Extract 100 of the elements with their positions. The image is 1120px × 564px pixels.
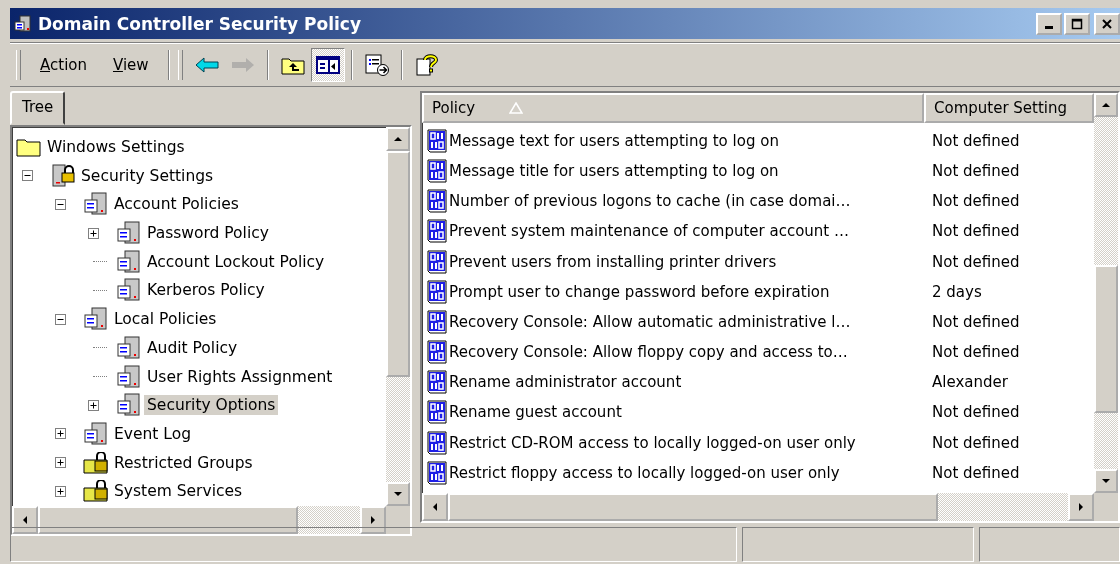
server-icon — [116, 278, 142, 303]
up-arrow-icon — [393, 135, 403, 142]
up-arrow-icon — [1101, 101, 1111, 108]
scrollbar-corner — [1094, 492, 1118, 521]
tree-item[interactable]: Security Settings — [78, 165, 217, 186]
scroll-left-button[interactable] — [12, 505, 38, 534]
scroll-thumb[interactable] — [448, 492, 938, 521]
vertical-scrollbar[interactable] — [386, 126, 410, 506]
collapse-icon[interactable] — [55, 313, 66, 325]
scroll-thumb[interactable] — [1094, 264, 1118, 413]
policy-icon — [426, 128, 448, 153]
expand-icon[interactable] — [88, 399, 99, 411]
server-icon — [83, 192, 109, 217]
policy-icon — [426, 370, 448, 395]
server-icon — [116, 249, 142, 274]
server-icon — [83, 421, 109, 446]
folder-icon — [16, 136, 42, 158]
policy-name[interactable]: Prevent system maintenance of computer account … — [449, 222, 849, 241]
scroll-down-button[interactable] — [386, 481, 410, 506]
tree-item[interactable]: Security Options — [144, 395, 279, 416]
tree-item[interactable]: User Rights Assignment — [144, 366, 336, 387]
tree-item[interactable]: Password Policy — [144, 223, 272, 244]
policy-name[interactable]: Rename administrator account — [449, 373, 682, 392]
tree-item[interactable]: Event Log — [111, 423, 194, 444]
tree-item[interactable]: Windows Settings — [44, 137, 188, 157]
horizontal-scrollbar[interactable] — [12, 505, 410, 534]
setting-value: Not defined — [931, 433, 1020, 452]
scroll-thumb[interactable] — [386, 150, 410, 377]
scroll-thumb[interactable] — [38, 505, 298, 534]
setting-value: Not defined — [931, 312, 1020, 331]
policy-name[interactable]: Recovery Console: Allow floppy copy and access to… — [449, 343, 848, 362]
help-icon — [413, 54, 440, 77]
expand-icon[interactable] — [55, 457, 66, 469]
setting-value: Alexander — [931, 373, 1008, 392]
scroll-up-button[interactable] — [386, 126, 410, 151]
scroll-right-button[interactable] — [360, 505, 386, 534]
policy-name[interactable]: Recovery Console: Allow automatic administrative l… — [449, 312, 851, 331]
policy-icon — [426, 400, 448, 425]
minimize-button[interactable] — [1036, 12, 1062, 35]
policy-name[interactable]: Message text for users attempting to log on — [449, 131, 779, 150]
close-button[interactable] — [1094, 12, 1120, 35]
collapse-icon[interactable] — [55, 198, 66, 210]
policy-icon — [426, 279, 448, 304]
sort-ascending-icon — [509, 101, 524, 114]
expand-icon[interactable] — [55, 428, 66, 440]
server-icon — [14, 14, 32, 33]
vertical-scrollbar[interactable] — [1094, 92, 1118, 493]
right-arrow-icon — [1078, 501, 1084, 512]
setting-value: Not defined — [931, 161, 1020, 180]
scroll-left-button[interactable] — [422, 492, 448, 521]
tree-item[interactable]: Restricted Groups — [111, 452, 256, 473]
left-arrow-icon — [432, 501, 438, 512]
column-header[interactable]: Policy — [422, 92, 924, 123]
policy-icon — [426, 309, 448, 334]
menu-item[interactable]: View — [100, 52, 162, 79]
expand-icon[interactable] — [88, 227, 99, 239]
policy-icon — [426, 460, 448, 485]
policy-icon — [426, 219, 448, 244]
policy-name[interactable]: Number of previous logons to cache (in case domai… — [449, 192, 851, 211]
server-icon — [116, 364, 142, 389]
policy-icon — [426, 340, 448, 365]
window-title: Domain Controller Security Policy — [38, 13, 362, 34]
setting-value: Not defined — [931, 131, 1020, 150]
locked-server-icon — [50, 163, 76, 188]
horizontal-scrollbar[interactable] — [422, 492, 1118, 521]
setting-value: Not defined — [931, 403, 1020, 422]
policy-name[interactable]: Message title for users attempting to log on — [449, 161, 779, 180]
policy-name[interactable]: Rename guest account — [449, 403, 622, 422]
setting-value: Not defined — [931, 222, 1020, 241]
scroll-right-button[interactable] — [1068, 492, 1094, 521]
tree-item[interactable]: Local Policies — [111, 309, 220, 330]
policy-icon — [426, 189, 448, 214]
down-arrow-icon — [393, 490, 403, 497]
tree-item[interactable]: Audit Policy — [144, 337, 241, 358]
policy-icon — [426, 158, 448, 183]
minimize-icon — [1045, 25, 1053, 29]
scroll-down-button[interactable] — [1094, 468, 1118, 493]
policy-icon — [426, 249, 448, 274]
tree-item[interactable]: Account Lockout Policy — [144, 251, 328, 272]
left-arrow-icon — [193, 56, 220, 75]
server-icon — [116, 335, 142, 360]
tree-tab[interactable]: Tree — [10, 90, 66, 125]
policy-name[interactable]: Restrict floppy access to locally logged-on user only — [449, 463, 840, 482]
policy-name[interactable]: Prevent users from installing printer drivers — [449, 252, 777, 271]
policy-name[interactable]: Prompt user to change password before expiration — [449, 282, 830, 301]
policy-name[interactable]: Restrict CD-ROM access to locally logged-on user only — [449, 433, 856, 452]
expand-icon[interactable] — [55, 485, 66, 497]
column-header[interactable]: Computer Setting — [924, 92, 1094, 123]
collapse-icon[interactable] — [22, 170, 33, 182]
setting-value: Not defined — [931, 192, 1020, 211]
setting-value: Not defined — [931, 252, 1020, 271]
tree-toggle-button[interactable] — [310, 48, 345, 83]
right-arrow-icon — [370, 514, 376, 525]
tree-item[interactable]: System Services — [111, 481, 246, 502]
maximize-button[interactable] — [1064, 12, 1090, 35]
server-icon — [83, 307, 109, 332]
scroll-up-button[interactable] — [1094, 92, 1118, 117]
menu-item[interactable]: Action — [27, 52, 100, 79]
tree-item[interactable]: Account Policies — [111, 194, 242, 215]
tree-item[interactable]: Kerberos Policy — [144, 280, 268, 301]
